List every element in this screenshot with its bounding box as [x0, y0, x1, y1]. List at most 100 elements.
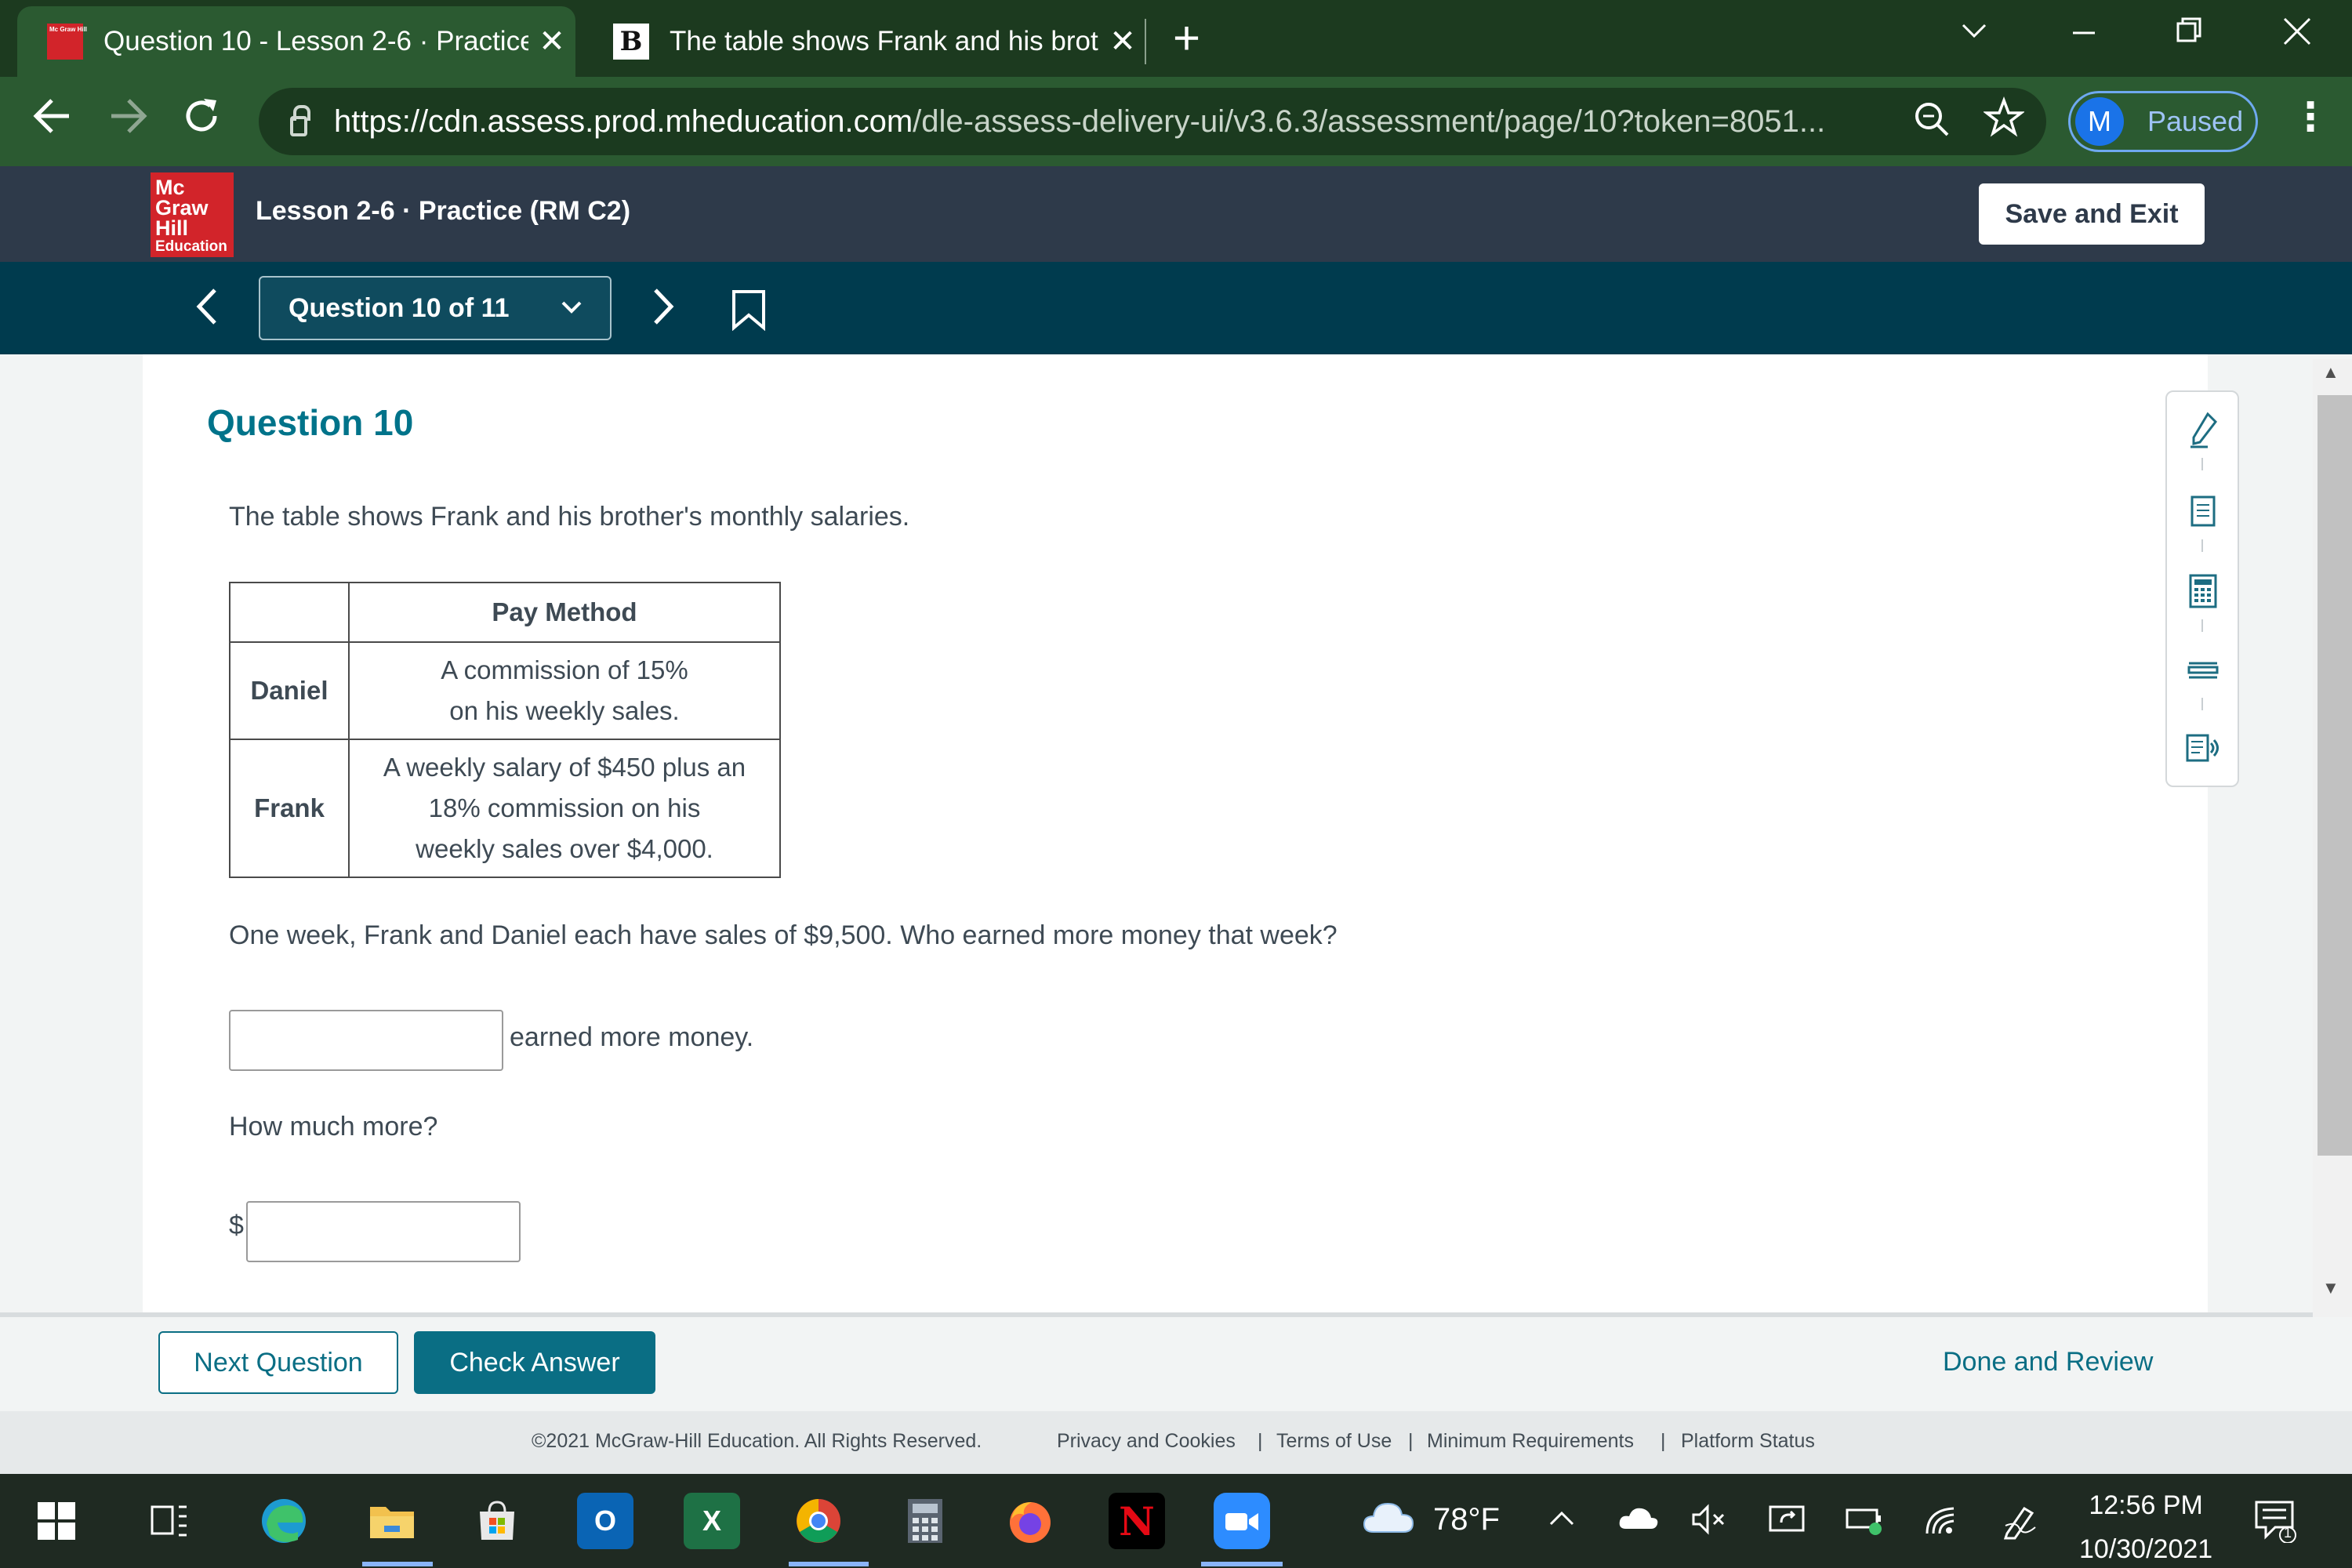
pen-workspace-icon[interactable] [2001, 1502, 2040, 1548]
chrome-icon[interactable] [790, 1493, 847, 1549]
minimize-icon[interactable] [2070, 8, 2098, 63]
tab-title: Question 10 - Lesson 2-6 · Practice (RM … [103, 26, 528, 56]
bookmark-star-icon[interactable] [1982, 94, 2026, 151]
onedrive-icon[interactable] [1617, 1502, 1661, 1541]
calculator-icon[interactable] [2184, 572, 2222, 610]
profile-status: Paused [2147, 105, 2244, 137]
next-question-icon[interactable] [648, 279, 679, 346]
netflix-icon[interactable]: N [1109, 1493, 1165, 1549]
task-view-icon[interactable] [141, 1493, 198, 1549]
method-text: A commission of 15% [441, 655, 688, 684]
browser-tab-active[interactable]: Mc Graw Hill Question 10 - Lesson 2-6 · … [17, 6, 575, 77]
scrollbar-thumb[interactable] [2318, 395, 2352, 1156]
bartleby-favicon: B [613, 24, 649, 60]
weather-temperature[interactable]: 78°F [1433, 1502, 1500, 1537]
privacy-link[interactable]: Privacy and Cookies [1057, 1430, 1236, 1453]
excel-letter: X [702, 1504, 721, 1537]
terms-link[interactable]: Terms of Use [1276, 1430, 1392, 1453]
window-close-icon[interactable] [2281, 8, 2313, 63]
outlook-icon[interactable]: O [577, 1493, 633, 1549]
calculator-app-icon[interactable] [897, 1493, 953, 1549]
done-and-review-link[interactable]: Done and Review [1943, 1347, 2153, 1377]
minimum-requirements-link[interactable]: Minimum Requirements [1427, 1430, 1634, 1453]
excel-icon[interactable]: X [684, 1493, 740, 1549]
next-question-button[interactable]: Next Question [158, 1331, 398, 1394]
mcgraw-hill-logo: Mc Graw Hill Education [151, 172, 234, 257]
address-bar[interactable]: https://cdn.assess.prod.mheducation.com /… [259, 88, 2046, 155]
restore-icon[interactable] [2175, 8, 2203, 63]
bookmark-icon[interactable] [731, 290, 767, 335]
taskbar-clock[interactable]: 12:56 PM 10/30/2021 [2079, 1483, 2212, 1568]
amount-input[interactable] [246, 1201, 521, 1262]
who-earned-more-input[interactable] [229, 1010, 503, 1071]
zoom-icon[interactable] [1911, 94, 1952, 151]
windows-start-icon[interactable] [28, 1493, 85, 1549]
text-to-speech-icon[interactable] [2184, 729, 2222, 767]
outlook-letter: O [593, 1504, 616, 1537]
previous-question-icon[interactable] [191, 279, 223, 346]
platform-status-link[interactable]: Platform Status [1681, 1430, 1815, 1453]
browser-tab-strip: Mc Graw Hill Question 10 - Lesson 2-6 · … [0, 0, 2352, 77]
chevron-down-icon [560, 295, 583, 325]
profile-button[interactable]: M Paused [2068, 91, 2258, 152]
active-app-indicator [1201, 1562, 1283, 1566]
weather-cloud-icon[interactable] [1361, 1496, 1416, 1548]
scroll-up-arrow-icon[interactable]: ▲ [2322, 362, 2339, 383]
netflix-letter: N [1119, 1497, 1155, 1544]
url-host: https://cdn.assess.prod.mheducation.com [334, 103, 913, 139]
pencil-icon[interactable] [2184, 411, 2222, 448]
logo-text: Hill [155, 216, 189, 240]
more-menu-icon[interactable]: ⋮ [2291, 94, 2330, 140]
row-method: A weekly salary of $450 plus an 18% comm… [348, 739, 781, 878]
close-icon[interactable]: ✕ [528, 24, 575, 60]
page-title: Lesson 2-6 · Practice (RM C2) [256, 196, 631, 226]
how-much-prompt: How much more? [229, 1112, 438, 1142]
new-tab-plus-icon[interactable]: + [1173, 11, 1200, 65]
close-icon[interactable]: ✕ [1099, 24, 1146, 60]
url-path: /dle-assess-delivery-ui/v3.6.3/assessmen… [913, 103, 1826, 139]
forward-arrow-icon[interactable] [107, 93, 149, 150]
copyright-text: ©2021 McGraw-Hill Education. All Rights … [532, 1430, 982, 1452]
method-text: on his weekly sales. [449, 696, 680, 725]
scroll-down-arrow-icon[interactable]: ▼ [2322, 1278, 2339, 1298]
line-reader-icon[interactable] [2184, 651, 2222, 688]
lock-icon[interactable] [290, 105, 310, 136]
table-header: Pay Method [348, 582, 781, 643]
muted-speaker-icon[interactable] [1690, 1502, 1730, 1544]
tool-divider [2201, 539, 2203, 552]
firefox-icon[interactable] [1002, 1493, 1058, 1549]
method-text: weekly sales over $4,000. [416, 834, 713, 863]
tool-divider [2201, 458, 2203, 470]
table-corner-cell [229, 582, 350, 643]
tab-search-chevron-icon[interactable] [1960, 8, 1988, 63]
notification-center-icon[interactable]: 1 [2253, 1499, 2297, 1551]
active-app-indicator [362, 1562, 433, 1566]
logo-text: Mc [155, 176, 185, 199]
check-answer-button[interactable]: Check Answer [414, 1331, 655, 1394]
windows-taskbar: O X N 78°F 12:56 PM 10/30/2021 1 [0, 1474, 2352, 1568]
browser-tab-inactive[interactable]: B The table shows Frank and his brother'… [590, 6, 1146, 77]
question-select-label: Question 10 of 11 [289, 292, 510, 323]
logo-text: Education [155, 238, 227, 255]
row-name: Frank [229, 739, 350, 878]
method-text: 18% commission on his [428, 793, 701, 822]
tab-title: The table shows Frank and his brother's … [670, 26, 1099, 56]
battery-charging-icon[interactable] [1844, 1502, 1888, 1544]
question-navigation: Question 10 of 11 [0, 262, 2352, 354]
tool-divider [2201, 619, 2203, 632]
row-method: A commission of 15% on his weekly sales. [348, 641, 781, 740]
file-explorer-icon[interactable] [364, 1493, 420, 1549]
back-arrow-icon[interactable] [31, 93, 74, 150]
chevron-up-icon[interactable] [1546, 1502, 1577, 1541]
wifi-icon[interactable] [1922, 1502, 1962, 1544]
notepad-icon[interactable] [2184, 492, 2222, 530]
display-settings-icon[interactable] [1767, 1502, 1806, 1544]
zoom-app-icon[interactable] [1214, 1493, 1270, 1549]
reload-icon[interactable] [180, 93, 223, 150]
microsoft-store-icon[interactable] [469, 1493, 525, 1549]
question-text: One week, Frank and Daniel each have sal… [229, 920, 1338, 950]
question-select[interactable]: Question 10 of 11 [259, 276, 612, 340]
method-text: A weekly salary of $450 plus an [383, 753, 746, 782]
edge-browser-icon[interactable] [256, 1493, 312, 1549]
save-and-exit-button[interactable]: Save and Exit [1977, 182, 2206, 246]
